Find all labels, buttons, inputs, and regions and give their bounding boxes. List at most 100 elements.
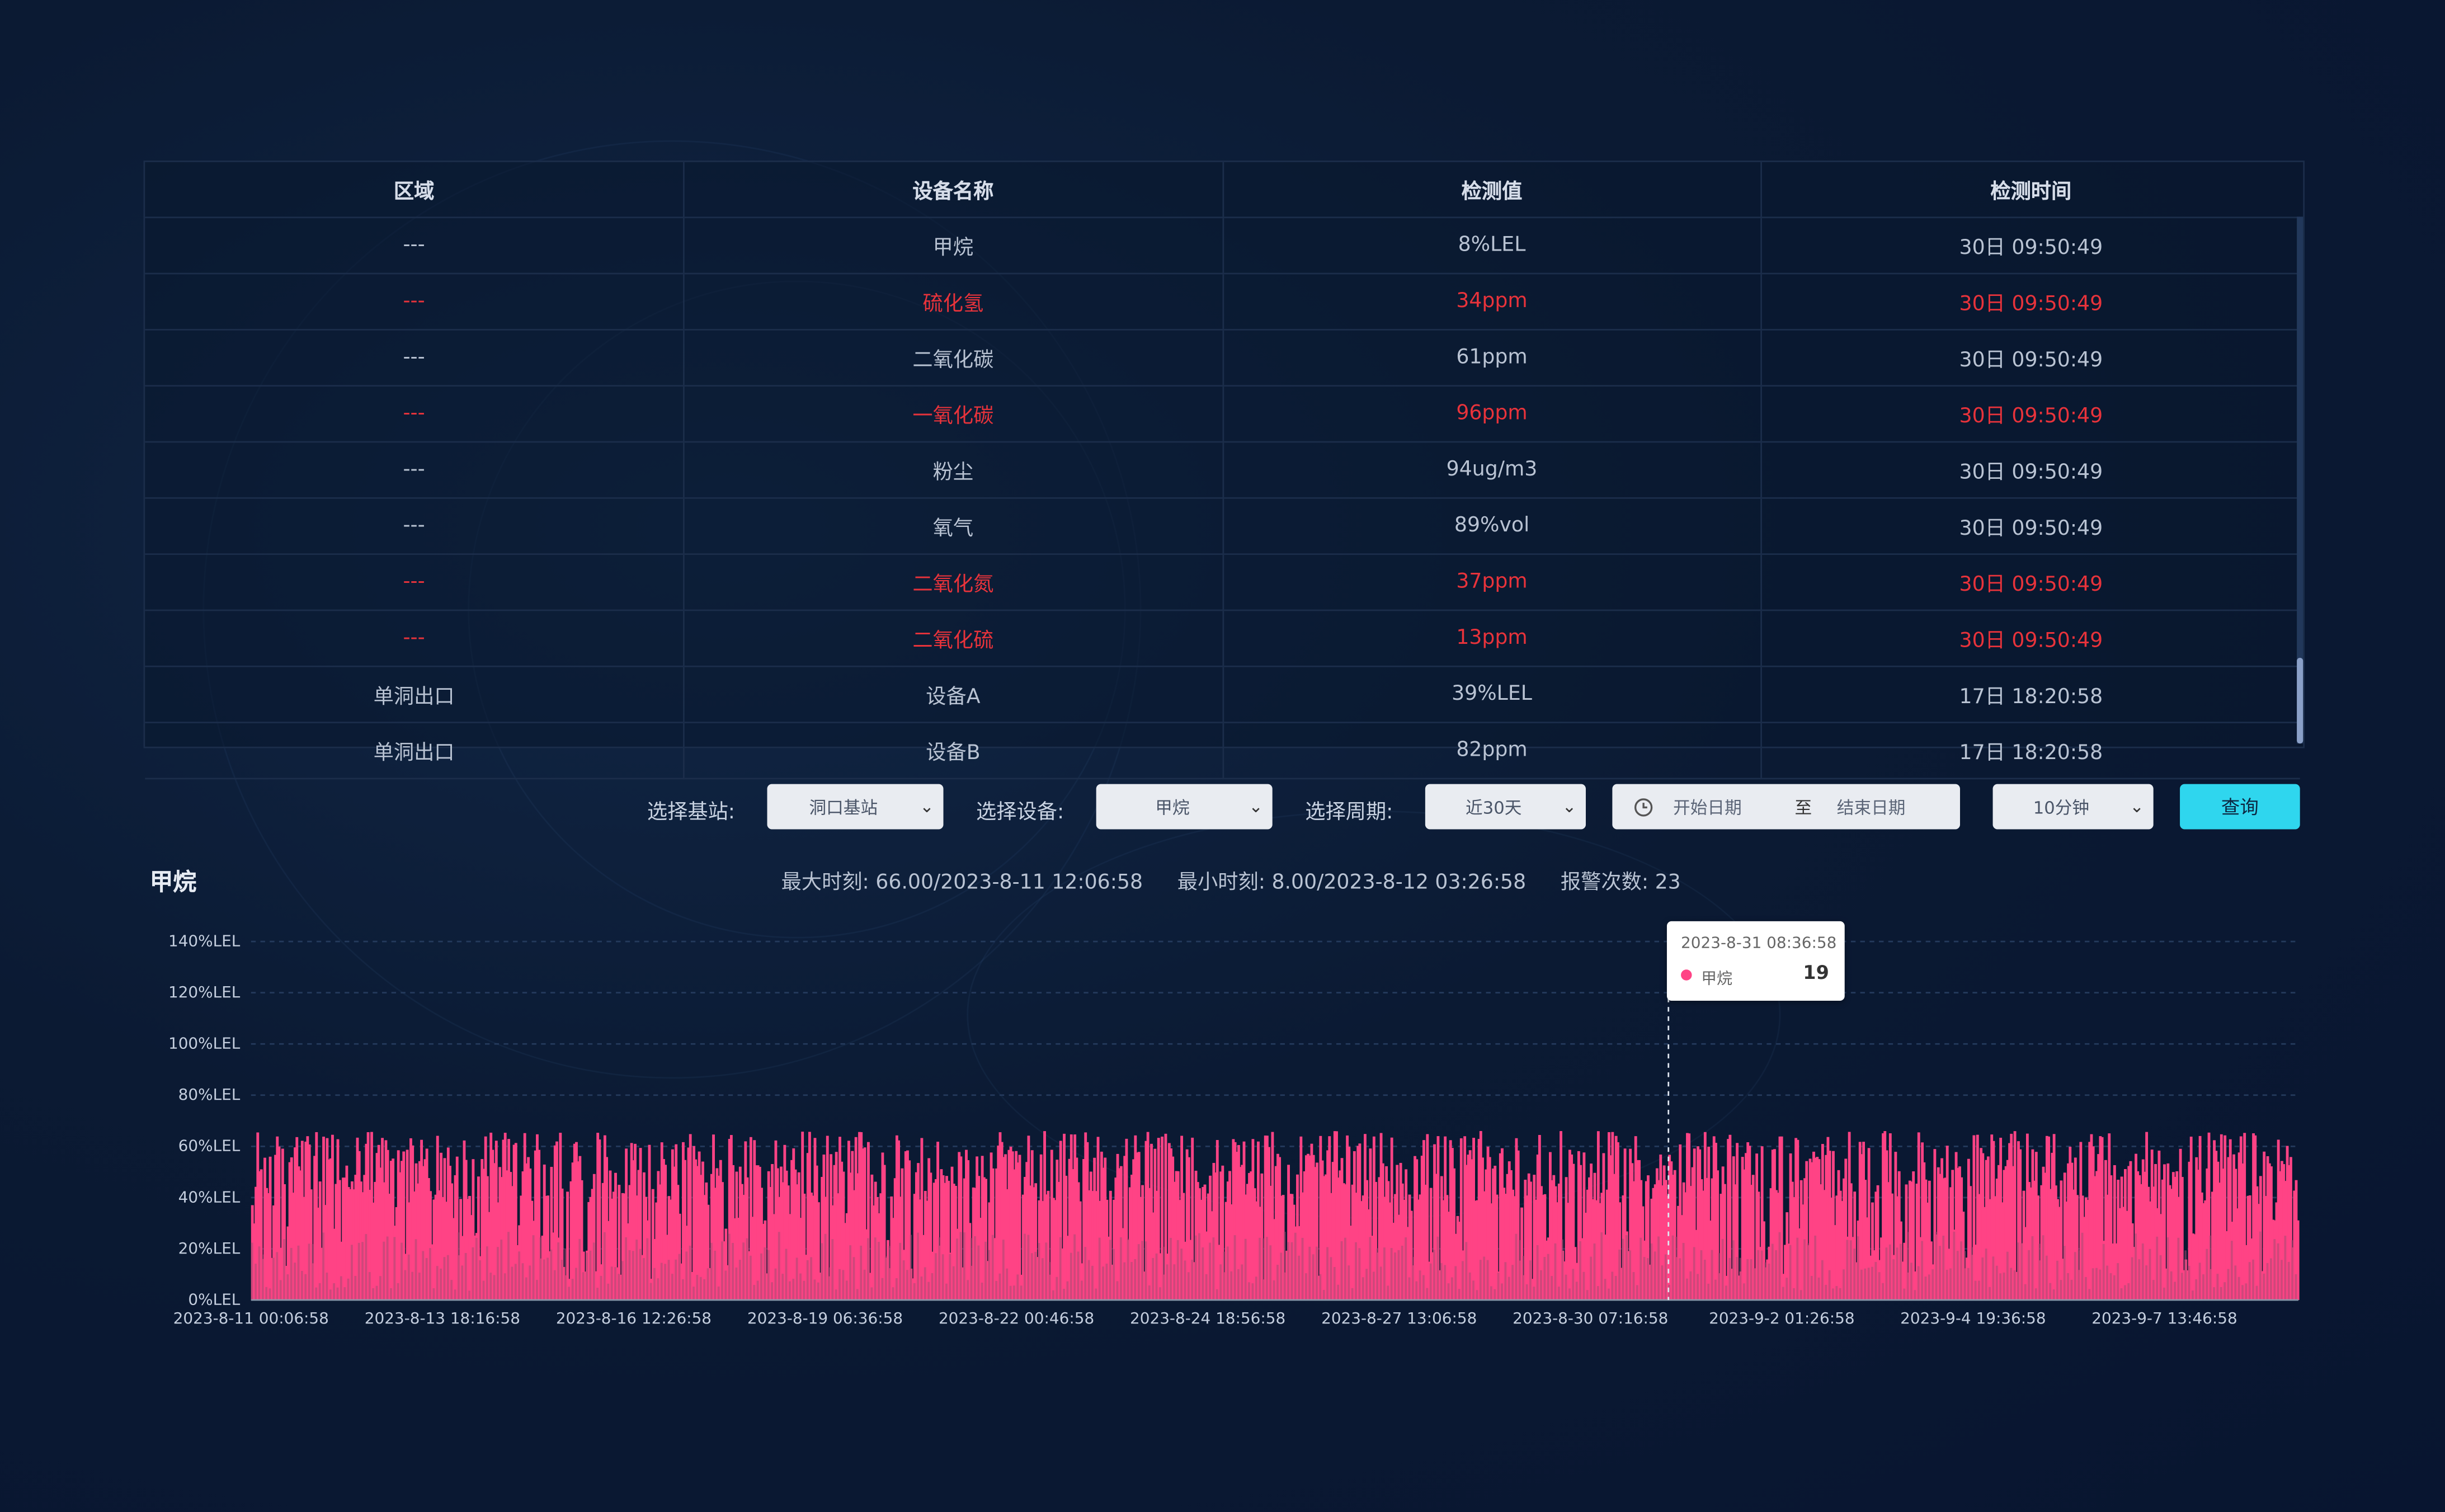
series-bar-shade xyxy=(450,1280,453,1301)
series-bar-shade xyxy=(1515,1233,1518,1301)
series-bar-shade xyxy=(781,1274,784,1301)
series-bar-shade xyxy=(1454,1266,1457,1301)
series-bar-shade xyxy=(902,1260,905,1301)
series-bar-shade xyxy=(2010,1268,2013,1301)
series-bar-shade xyxy=(1839,1288,1841,1301)
series-bar-shade xyxy=(657,1278,659,1301)
series-bar-shade xyxy=(326,1273,328,1301)
series-bar-shade xyxy=(867,1238,869,1301)
series-bar-shade xyxy=(1230,1271,1233,1301)
series-bar-shade xyxy=(2213,1287,2215,1301)
series-bar-shade xyxy=(2266,1263,2269,1301)
series-bar-shade xyxy=(357,1242,360,1301)
series-bar-shade xyxy=(2113,1275,2116,1301)
series-bar-shade xyxy=(2013,1270,2016,1301)
series-bar-shade xyxy=(2163,1287,2165,1301)
series-bar-shade xyxy=(1202,1247,1204,1301)
y-tick-label: 80%LEL xyxy=(178,1085,241,1104)
series-bar-shade xyxy=(2124,1285,2126,1301)
series-bar-shade xyxy=(543,1259,545,1301)
series-bar-shade xyxy=(610,1266,613,1301)
series-bar-shade xyxy=(821,1243,823,1301)
series-bar-shade xyxy=(557,1242,560,1301)
series-bar-shade xyxy=(1608,1288,1610,1301)
series-bar-shade xyxy=(1123,1262,1126,1301)
series-bar-shade xyxy=(375,1285,378,1301)
series-bar-shade xyxy=(1657,1236,1660,1301)
series-bar-shade xyxy=(1565,1274,1567,1301)
series-bar-shade xyxy=(1276,1265,1279,1301)
series-bar-shade xyxy=(1465,1242,1468,1301)
series-bar-shade xyxy=(347,1278,350,1301)
methane-area-chart[interactable]: 0%LEL 20%LEL 40%LEL 60%LEL 80%LEL 100%LEL 120%… xyxy=(0,0,2445,1512)
series-bar-shade xyxy=(1843,1269,1845,1301)
series-bar-shade xyxy=(1939,1246,1941,1301)
series-bar-shade xyxy=(1771,1243,1774,1301)
series-bar-shade xyxy=(365,1234,368,1301)
series-bar-shade xyxy=(2049,1283,2052,1301)
series-bar-shade xyxy=(706,1268,709,1301)
series-bar-shade xyxy=(393,1237,396,1301)
series-bar-shade xyxy=(1793,1288,1795,1301)
series-bar-shade xyxy=(1006,1268,1009,1301)
series-bar-shade xyxy=(564,1248,567,1301)
series-bar-shade xyxy=(1486,1260,1489,1301)
series-bar-shade xyxy=(1579,1241,1581,1301)
series-bar-shade xyxy=(1223,1251,1226,1301)
series-bar xyxy=(2296,1220,2300,1301)
series-bar-shade xyxy=(1728,1257,1731,1301)
series-bar-shade xyxy=(667,1260,670,1301)
series-bar-shade xyxy=(1269,1245,1272,1301)
series-bar-shade xyxy=(1212,1237,1215,1301)
series-bar-shade xyxy=(621,1261,624,1301)
series-bar-shade xyxy=(967,1280,969,1301)
series-bar-shade xyxy=(1155,1253,1158,1301)
series-bar-shade xyxy=(1604,1279,1607,1301)
series-bar-shade xyxy=(2081,1232,2084,1301)
series-bar-shade xyxy=(1600,1232,1603,1301)
series-bar-shade xyxy=(653,1268,656,1301)
series-bar-shade xyxy=(1116,1281,1119,1301)
x-tick-label: 2023-8-27 13:06:58 xyxy=(1321,1309,1477,1327)
series-bar-shade xyxy=(536,1280,538,1301)
series-bar-shade xyxy=(1255,1277,1257,1301)
series-bar-shade xyxy=(1468,1272,1471,1301)
series-bar-shade xyxy=(1002,1240,1005,1301)
series-bar-shade xyxy=(1817,1277,1820,1301)
series-bar-shade xyxy=(1614,1275,1617,1301)
series-bar-shade xyxy=(2184,1250,2187,1301)
series-bar-shade xyxy=(1874,1261,1877,1301)
series-bar-shade xyxy=(1643,1257,1646,1301)
series-bar-shade xyxy=(1020,1285,1023,1301)
series-bar-shade xyxy=(774,1268,777,1301)
series-bar-shade xyxy=(675,1259,677,1301)
series-bar-shade xyxy=(1387,1285,1389,1301)
series-bar-shade xyxy=(1098,1237,1101,1301)
series-bar-shade xyxy=(1012,1285,1015,1301)
series-bar-shade xyxy=(2152,1280,2155,1301)
series-bar-shade xyxy=(1322,1290,1325,1301)
series-bar-shade xyxy=(998,1273,1001,1301)
series-bar-shade xyxy=(414,1239,417,1301)
series-bar-shade xyxy=(1622,1238,1624,1301)
series-bar-shade xyxy=(1754,1268,1756,1301)
series-bar-shade xyxy=(586,1252,588,1301)
series-bar-shade xyxy=(1450,1277,1453,1301)
series-bar-shade xyxy=(1419,1270,1421,1301)
series-bar-shade xyxy=(952,1266,955,1301)
series-bar-shade xyxy=(283,1239,285,1301)
series-bar-shade xyxy=(322,1232,324,1301)
series-bar-shade xyxy=(1483,1256,1486,1301)
series-bar-shade xyxy=(849,1245,852,1301)
series-bar-shade xyxy=(1458,1289,1461,1301)
series-bar-shade xyxy=(1518,1240,1521,1301)
series-bar-shade xyxy=(315,1287,318,1301)
series-bar-shade xyxy=(1575,1282,1578,1301)
series-bar-shade xyxy=(678,1254,681,1301)
series-bar-shade xyxy=(1383,1247,1386,1301)
x-tick-label: 2023-8-19 06:36:58 xyxy=(747,1309,903,1327)
series-bar-shade xyxy=(920,1277,923,1301)
series-bar-shade xyxy=(1158,1287,1161,1301)
series-bar-shade xyxy=(1265,1237,1268,1301)
series-bar-shade xyxy=(721,1241,723,1301)
